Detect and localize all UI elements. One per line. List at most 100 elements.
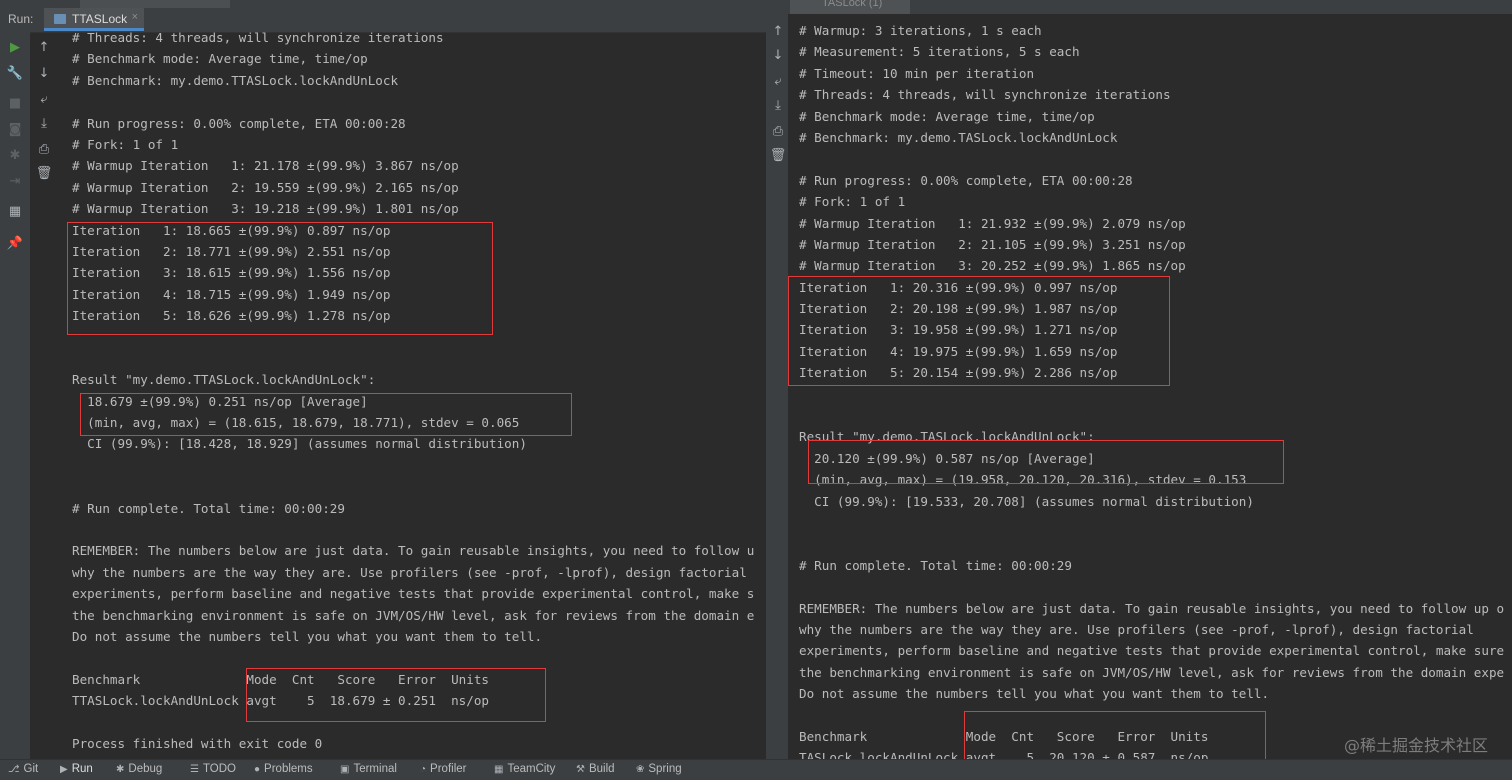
console-line: Iteration 3: 18.615 ±(99.9%) 1.556 ns/op	[72, 265, 391, 281]
toolwindow-label: Problems	[264, 763, 313, 775]
camera-icon[interactable]: ◙	[4, 120, 26, 140]
close-icon[interactable]: ×	[132, 11, 138, 23]
toolwindow-label: Build	[588, 763, 615, 775]
toolwindow-label: TeamCity	[507, 763, 556, 775]
tool-window-bar: ⎇ Git ▶ Run ✱ Debug ☰ TODO ● Problems ▣ Terminal ◔ Pr…	[0, 759, 1512, 780]
console-line: Iteration 5: 18.626 ±(99.9%) 1.278 ns/op	[72, 308, 391, 324]
editor-tab[interactable]	[80, 0, 230, 8]
scroll-to-end-icon[interactable]: ⤓	[768, 96, 789, 116]
console-line: Iteration 1: 20.316 ±(99.9%) 0.997 ns/op	[799, 279, 1118, 295]
arrow-down-icon[interactable]: ↓	[768, 46, 789, 66]
console-line: # Warmup Iteration 1: 21.178 ±(99.9%) 3.…	[72, 158, 459, 174]
console-output[interactable]: # Threads: 4 threads, will synchronize i…	[72, 27, 754, 754]
console-line: Do not assume the numbers tell you what …	[799, 686, 1270, 702]
console-line: CI (99.9%): [19.533, 20.708] (assumes no…	[799, 493, 1254, 509]
run-tab-taslock[interactable]: TASLock (1)	[790, 0, 910, 14]
console-line: (min, avg, max) = (18.615, 18.679, 18.77…	[72, 415, 520, 431]
run-label: Run:	[8, 12, 34, 26]
toolwindow-git[interactable]: ⎇ Git	[8, 763, 38, 775]
console-line: 18.679 ±(99.9%) 0.251 ns/op [Average]	[72, 393, 368, 409]
pin-icon[interactable]: 📌	[4, 234, 26, 254]
stop-icon[interactable]: ■	[4, 94, 26, 114]
build-icon: ⚒	[576, 764, 585, 775]
console-line: 20.120 ±(99.9%) 0.587 ns/op [Average]	[799, 450, 1095, 466]
toolwindow-label: Run	[71, 763, 93, 775]
toolwindow-debug[interactable]: ✱ Debug	[116, 763, 162, 775]
console-line: # Benchmark mode: Average time, time/op	[799, 108, 1095, 124]
arrow-down-icon[interactable]: ↓	[33, 64, 55, 84]
run-config-icon	[54, 14, 66, 24]
console-line: (min, avg, max) = (19.958, 20.120, 20.31…	[799, 472, 1247, 488]
terminal-icon: ▣	[340, 764, 350, 775]
soft-wrap-icon[interactable]: ⤶	[768, 72, 789, 92]
console-line: Result "my.demo.TASLock.lockAndUnLock":	[799, 429, 1095, 445]
run-action-toolbar: ▶ 🔧 ■ ◙ ✱ ⇥ ▦ 📌	[0, 32, 31, 760]
toolwindow-label: Git	[23, 763, 39, 775]
console-line: # Warmup Iteration 2: 21.105 ±(99.9%) 3.…	[799, 236, 1186, 252]
teamcity-icon: ▦	[494, 764, 504, 775]
console-line: Iteration 1: 18.665 ±(99.9%) 0.897 ns/op	[72, 222, 391, 238]
console-line: the benchmarking environment is safe on …	[799, 664, 1505, 680]
rerun-icon[interactable]: ▶	[4, 38, 26, 58]
arrow-up-icon[interactable]: ↑	[768, 22, 789, 42]
console-line: Benchmark Mode Cnt Score Error Units	[72, 671, 490, 687]
console-line: Iteration 3: 19.958 ±(99.9%) 1.271 ns/op	[799, 322, 1118, 338]
console-line: # Warmup Iteration 2: 19.559 ±(99.9%) 2.…	[72, 179, 459, 195]
run-tab-title: TASLock (1)	[822, 0, 883, 9]
run-icon: ▶	[60, 764, 68, 775]
toolwindow-label: Spring	[648, 763, 682, 775]
console-line: # Measurement: 5 iterations, 5 s each	[799, 44, 1080, 60]
console-line: CI (99.9%): [18.428, 18.929] (assumes no…	[72, 436, 527, 452]
console-line: # Fork: 1 of 1	[799, 194, 906, 210]
toolwindow-todo[interactable]: ☰ TODO	[190, 763, 236, 775]
exit-icon[interactable]: ⇥	[4, 172, 26, 192]
watermark: @稀土掘金技术社区	[1343, 736, 1488, 755]
toolwindow-spring[interactable]: ❀ Spring	[636, 763, 682, 775]
arrow-up-icon[interactable]: ↑	[33, 38, 55, 58]
console-output[interactable]: # Warmup: 3 iterations, 1 s each # Measur…	[799, 20, 1504, 760]
trash-icon[interactable]: 🗑	[33, 164, 55, 184]
console-action-toolbar: ↑ ↓ ⤶ ⤓ ⎙ 🗑	[30, 34, 58, 760]
layout-icon[interactable]: ▦	[4, 202, 26, 222]
console-line: # Threads: 4 threads, will synchronize i…	[799, 87, 1171, 103]
toolwindow-teamcity[interactable]: ▦ TeamCity	[494, 763, 555, 775]
toolwindow-run[interactable]: ▶ Run	[60, 763, 93, 775]
print-icon[interactable]: ⎙	[33, 140, 55, 160]
editor-tab-strip	[0, 0, 766, 8]
console-action-toolbar: ↑ ↓ ⤶ ⤓ ⎙ 🗑	[768, 14, 788, 760]
bug-icon[interactable]: ✱	[4, 146, 26, 166]
scroll-to-end-icon[interactable]: ⤓	[33, 114, 55, 134]
toolwindow-profiler[interactable]: ◔ Profiler	[420, 763, 466, 775]
soft-wrap-icon[interactable]: ⤶	[33, 90, 55, 110]
console-line: # Benchmark mode: Average time, time/op	[72, 51, 368, 67]
console-line: # Timeout: 10 min per iteration	[799, 65, 1035, 81]
print-icon[interactable]: ⎙	[768, 122, 789, 142]
toolwindow-label: Profiler	[430, 763, 467, 775]
toolwindow-label: Terminal	[353, 763, 397, 775]
console-line: # Fork: 1 of 1	[72, 136, 179, 152]
trash-icon[interactable]: 🗑	[768, 146, 789, 166]
toolwindow-build[interactable]: ⚒ Build	[576, 763, 615, 775]
console-line: # Run progress: 0.00% complete, ETA 00:0…	[799, 172, 1133, 188]
console-line: REMEMBER: The numbers below are just dat…	[799, 600, 1505, 616]
toolwindow-terminal[interactable]: ▣ Terminal	[340, 763, 397, 775]
console-line: Iteration 4: 19.975 ±(99.9%) 1.659 ns/op	[799, 343, 1118, 359]
toolwindow-problems[interactable]: ● Problems	[254, 763, 313, 775]
left-run-panel: Run: TTASLock × ▶ 🔧 ■ ◙ ✱ ⇥ ▦ 📌 ↑ ↓ ⤶ ⤓ …	[0, 0, 766, 760]
console-line: # Warmup: 3 iterations, 1 s each	[799, 23, 1042, 38]
debug-icon: ✱	[116, 764, 125, 775]
git-icon: ⎇	[8, 764, 20, 775]
run-tab-strip: TASLock (1)	[768, 0, 1512, 14]
console-line: # Benchmark: my.demo.TTASLock.lockAndUnL…	[72, 72, 399, 88]
wrench-icon[interactable]: 🔧	[4, 64, 26, 84]
console-line: Iteration 2: 20.198 ±(99.9%) 1.987 ns/op	[799, 301, 1118, 317]
